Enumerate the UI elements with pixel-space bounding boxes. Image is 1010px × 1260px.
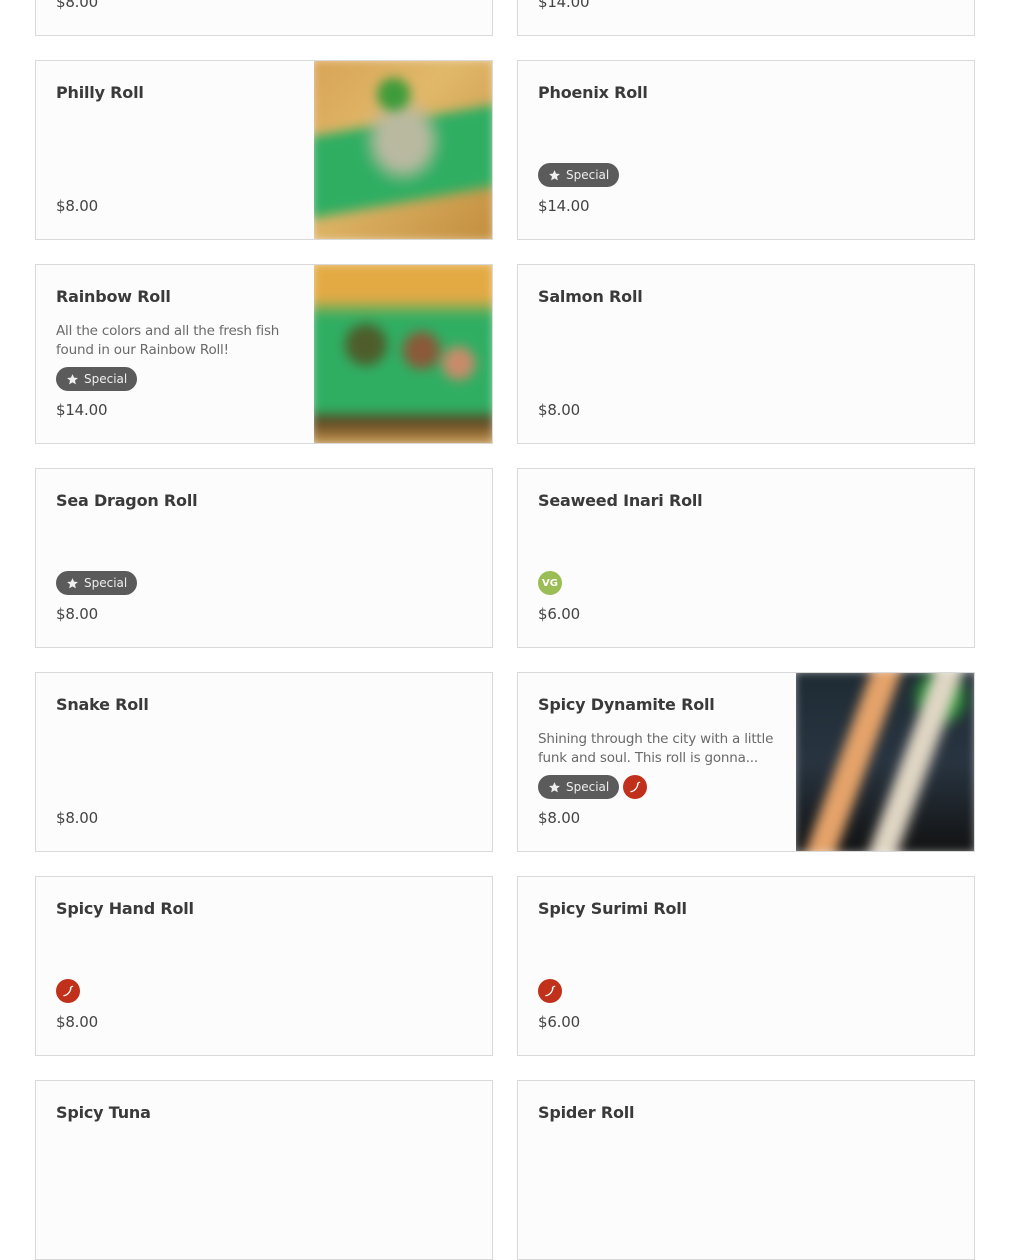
menu-item-price: $8.00 — [56, 605, 98, 623]
menu-item-card[interactable]: Rainbow Roll All the colors and all the f… — [35, 264, 493, 444]
star-icon — [66, 577, 79, 590]
menu-item-card[interactable]: $8.00 — [35, 0, 493, 36]
spicy-badge — [538, 979, 562, 1003]
menu-item-card[interactable]: Spicy Hand Roll $8.00 — [35, 876, 493, 1056]
spicy-badge — [56, 979, 80, 1003]
menu-item-photo — [796, 673, 974, 851]
menu-item-name: Spider Roll — [538, 1103, 635, 1122]
menu-item-badges: Special — [56, 367, 138, 391]
menu-item-price: $8.00 — [538, 401, 580, 419]
chili-pepper-icon — [543, 984, 557, 998]
menu-item-name: Spicy Tuna — [56, 1103, 151, 1122]
menu-item-photo — [314, 61, 492, 239]
menu-item-price: $8.00 — [56, 809, 98, 827]
menu-item-card[interactable]: Phoenix Roll Special $14.00 — [517, 60, 975, 240]
special-badge-label: Special — [566, 780, 610, 794]
menu-item-name: Snake Roll — [56, 695, 149, 714]
menu-item-description: Shining through the city with a little f… — [538, 731, 774, 766]
menu-item-body: Rainbow Roll All the colors and all the f… — [56, 265, 294, 443]
menu-item-price: $14.00 — [56, 401, 108, 419]
menu-item-card[interactable]: Philly Roll $8.00 — [35, 60, 493, 240]
menu-item-card[interactable]: Spicy Dynamite Roll Shining through the c… — [517, 672, 975, 852]
menu-item-card[interactable]: Spicy Tuna — [35, 1080, 493, 1260]
menu-item-body: Spicy Dynamite Roll Shining through the c… — [538, 673, 776, 851]
menu-item-name: Philly Roll — [56, 83, 144, 102]
chili-pepper-icon — [61, 984, 75, 998]
menu-item-body: Salmon Roll $8.00 — [538, 265, 954, 443]
menu-item-price: $14.00 — [538, 0, 590, 11]
menu-item-name: Seaweed Inari Roll — [538, 491, 703, 510]
menu-item-card[interactable]: Spider Roll — [517, 1080, 975, 1260]
menu-item-price: $14.00 — [538, 197, 590, 215]
menu-item-body: Spicy Surimi Roll $6.00 — [538, 877, 954, 1055]
menu-item-photo-image — [314, 265, 492, 443]
special-badge-label: Special — [566, 168, 610, 182]
menu-item-price: $8.00 — [56, 1013, 98, 1031]
star-icon — [66, 373, 79, 386]
menu-item-card[interactable]: Seaweed Inari Roll VG $6.00 — [517, 468, 975, 648]
menu-item-body: Spicy Hand Roll $8.00 — [56, 877, 472, 1055]
star-icon — [548, 169, 561, 182]
menu-item-body: $14.00 — [538, 0, 954, 35]
special-badge: Special — [538, 163, 620, 187]
menu-item-body: $8.00 — [56, 0, 472, 35]
menu-item-grid: $8.00 $14.00 Philly Roll $8.00 Phoenix Roll S… — [0, 0, 1010, 1260]
menu-item-badges — [56, 979, 80, 1003]
special-badge-label: Special — [84, 576, 128, 590]
menu-item-name: Salmon Roll — [538, 287, 643, 306]
menu-item-badges: Special — [538, 775, 648, 799]
chili-pepper-icon — [628, 780, 642, 794]
menu-item-price: $8.00 — [538, 809, 580, 827]
special-badge: Special — [56, 571, 138, 595]
menu-item-card[interactable]: $14.00 — [517, 0, 975, 36]
menu-item-card[interactable]: Snake Roll $8.00 — [35, 672, 493, 852]
vegan-icon: VG — [538, 571, 562, 595]
menu-item-name: Spicy Surimi Roll — [538, 899, 687, 918]
menu-item-photo-image — [796, 673, 974, 851]
star-icon — [548, 781, 561, 794]
menu-item-price: $6.00 — [538, 1013, 580, 1031]
menu-item-badges: Special — [56, 571, 138, 595]
menu-item-name: Phoenix Roll — [538, 83, 648, 102]
menu-item-photo — [314, 265, 492, 443]
menu-item-badges: Special — [538, 163, 620, 187]
menu-item-photo-image — [314, 61, 492, 239]
menu-item-body: Phoenix Roll Special $14.00 — [538, 61, 954, 239]
menu-item-price: $6.00 — [538, 605, 580, 623]
special-badge: Special — [538, 775, 620, 799]
spicy-badge — [623, 775, 648, 799]
menu-item-description: All the colors and all the fresh fish fo… — [56, 323, 280, 358]
menu-item-price: $8.00 — [56, 0, 98, 11]
menu-item-name: Rainbow Roll — [56, 287, 171, 306]
menu-item-badges: VG — [538, 571, 562, 595]
menu-item-body: Spicy Tuna — [56, 1081, 472, 1259]
special-badge: Special — [56, 367, 138, 391]
menu-item-body: Spider Roll — [538, 1081, 954, 1259]
menu-item-body: Snake Roll $8.00 — [56, 673, 472, 851]
menu-item-name: Spicy Dynamite Roll — [538, 695, 715, 714]
menu-item-badges — [538, 979, 562, 1003]
menu-item-name: Spicy Hand Roll — [56, 899, 194, 918]
menu-item-card[interactable]: Salmon Roll $8.00 — [517, 264, 975, 444]
menu-item-name: Sea Dragon Roll — [56, 491, 198, 510]
menu-item-card[interactable]: Sea Dragon Roll Special $8.00 — [35, 468, 493, 648]
menu-item-price: $8.00 — [56, 197, 98, 215]
menu-item-body: Sea Dragon Roll Special $8.00 — [56, 469, 472, 647]
special-badge-label: Special — [84, 372, 128, 386]
menu-item-body: Seaweed Inari Roll VG $6.00 — [538, 469, 954, 647]
menu-item-card[interactable]: Spicy Surimi Roll $6.00 — [517, 876, 975, 1056]
menu-item-body: Philly Roll $8.00 — [56, 61, 294, 239]
